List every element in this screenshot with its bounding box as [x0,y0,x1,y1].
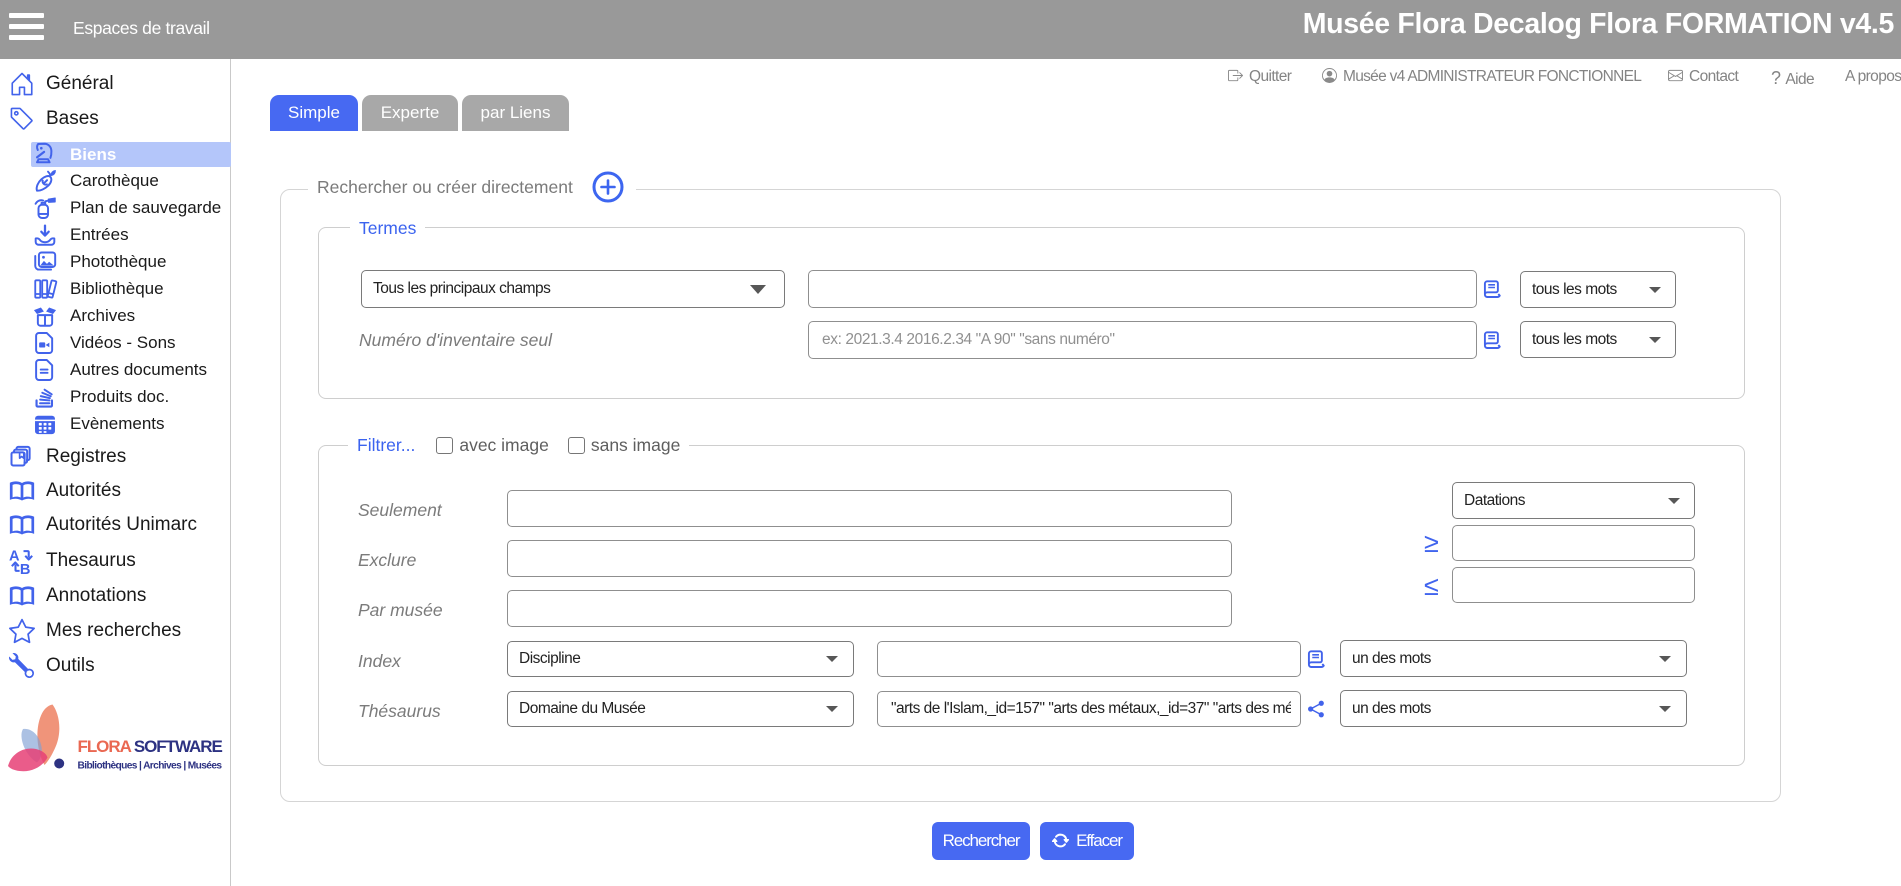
svg-text:Bibliothèques | Archives | Mus: Bibliothèques | Archives | Musées [78,761,223,772]
svg-text:B: B [20,562,31,574]
svg-text:FLORA SOFTWARE: FLORA SOFTWARE [78,737,223,756]
